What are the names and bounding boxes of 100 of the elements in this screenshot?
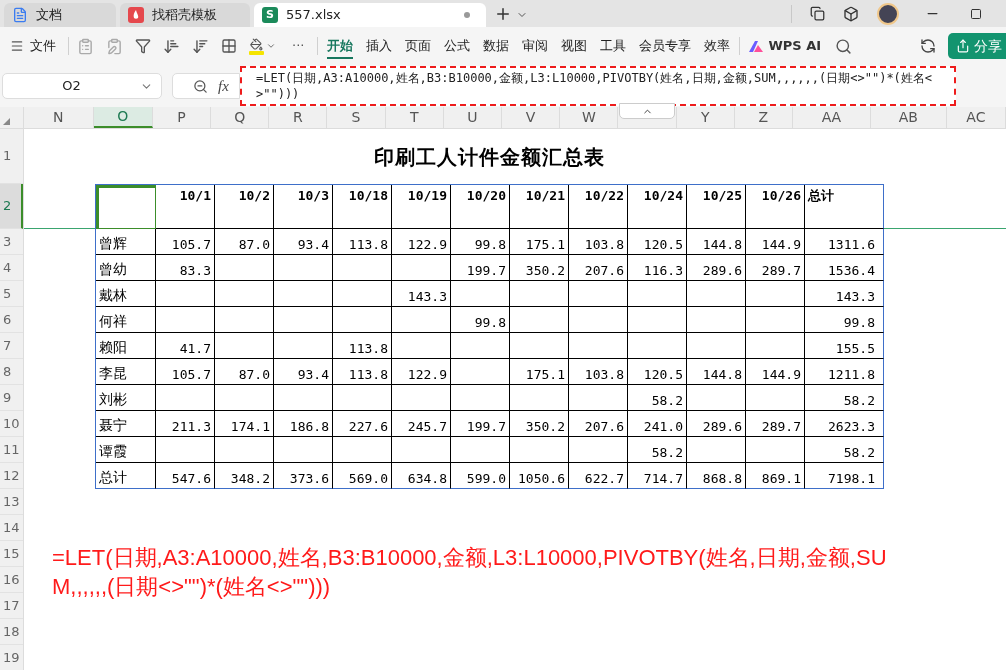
row-header[interactable]: 3 [0,229,23,255]
total-cell: 7198.1 [805,463,884,489]
column-header[interactable]: T [385,107,444,128]
name-cell: 曾幼 [96,255,156,281]
row-header[interactable]: 19 [0,645,23,670]
column-header[interactable]: V [502,107,561,128]
sort-descending-icon[interactable] [192,37,209,55]
column-header[interactable]: AA [792,107,871,128]
fill-color-button[interactable] [249,37,276,55]
wps-ai-button[interactable]: WPS AI [749,36,822,56]
column-header[interactable]: AB [870,107,947,128]
ribbon-tab[interactable]: 审阅 [522,33,549,59]
empty-cell [746,307,805,333]
table-cell: 105.7 [156,359,215,385]
share-button[interactable]: 分享 [948,33,1006,59]
name-cell: 赖阳 [96,333,156,359]
table-cell: 103.8 [569,359,628,385]
table-cell: 289.6 [687,255,746,281]
table-cell: 116.3 [628,255,687,281]
fill-color-bar [249,50,264,55]
ribbon-tab[interactable]: 公式 [444,33,471,59]
maximize-icon[interactable] [970,7,982,20]
empty-cell [274,281,333,307]
column-header[interactable]: U [443,107,503,128]
tab-label: 557.xlsx [286,6,341,25]
column-header[interactable]: Y [676,107,735,128]
document-tab[interactable]: 文档 [4,3,116,27]
column-header[interactable]: Q [211,107,270,128]
row-header[interactable]: 13 [0,489,23,515]
ribbon-tab[interactable]: 页面 [405,33,432,59]
document-tab[interactable]: S 557.xlsx [254,3,486,27]
new-tab-icon[interactable] [494,5,512,23]
sort-ascending-icon[interactable] [163,37,180,55]
table-cell: 622.7 [569,463,628,489]
avatar[interactable] [877,2,899,25]
ribbon-tab[interactable]: 插入 [366,33,393,59]
file-menu[interactable]: 文件 [6,36,60,56]
table-cell: 199.7 [451,411,510,437]
row-header[interactable]: 14 [0,515,23,541]
empty-cell [451,385,510,411]
empty-cell [392,307,451,333]
windows-icon[interactable] [810,6,825,21]
empty-cell [746,281,805,307]
column-heading: 10/2 [215,185,274,229]
row-header[interactable]: 2 [0,184,23,229]
row-header[interactable]: 12 [0,463,23,489]
row-header[interactable]: 5 [0,281,23,307]
document-tab[interactable]: 找稻壳模板 [120,3,250,27]
ribbon-tab[interactable]: 视图 [561,33,588,59]
select-all-corner-icon[interactable] [3,118,10,125]
total-cell: 1536.4 [805,255,884,281]
empty-cell [156,281,215,307]
empty-cell [628,333,687,359]
name-cell: 曾辉 [96,229,156,255]
more-button[interactable]: ··· [288,36,309,56]
empty-cell [451,359,510,385]
total-cell: 99.8 [805,307,884,333]
row-header[interactable]: 10 [0,411,23,437]
row-header[interactable]: 18 [0,619,23,645]
row-header[interactable]: 9 [0,385,23,411]
empty-cell [687,385,746,411]
selected-cell[interactable] [96,185,156,229]
borders-icon[interactable] [221,38,237,54]
column-header[interactable]: S [327,107,386,128]
ribbon-tab[interactable]: 效率 [704,33,731,59]
column-header[interactable]: P [152,107,212,128]
cube-icon[interactable] [843,5,859,22]
row-header[interactable]: 7 [0,333,23,359]
column-header[interactable]: R [269,107,328,128]
empty-cell [569,437,628,463]
search-icon[interactable] [835,37,853,55]
empty-cell [628,281,687,307]
row-header[interactable]: 4 [0,255,23,281]
empty-cell [156,385,215,411]
ribbon-tab[interactable]: 工具 [600,33,627,59]
name-box[interactable]: O2 [2,73,162,99]
function-label[interactable]: fx [218,74,229,98]
table-cell: 714.7 [628,463,687,489]
row-header[interactable]: 16 [0,567,23,593]
column-header[interactable]: N [23,107,94,128]
row-header[interactable]: 17 [0,593,23,619]
table-cell: 99.8 [451,307,510,333]
empty-cell [274,307,333,333]
column-header[interactable]: AC [946,107,1006,128]
formula-field[interactable]: =LET(日期,A3:A10000,姓名,B3:B10000,金额,L3:L10000,PIVOTBY(姓名,日期,金额,SUM,,,,,,(日期<>"")*(姓名<>""))) [240,66,956,106]
ribbon-tab[interactable]: 开始 [327,33,354,59]
ribbon-tab[interactable]: 会员专享 [639,33,692,59]
column-header[interactable]: Z [734,107,793,128]
row-header[interactable]: 8 [0,359,23,385]
row-header[interactable]: 15 [0,541,23,567]
empty-cell [215,255,274,281]
row-header[interactable]: 6 [0,307,23,333]
empty-cell [746,437,805,463]
column-header[interactable]: W [560,107,619,128]
zoom-out-icon[interactable] [193,78,208,94]
row-header[interactable]: 11 [0,437,23,463]
filter-icon[interactable] [135,38,151,54]
cloud-sync-icon[interactable] [920,38,936,54]
ribbon-tab[interactable]: 数据 [483,33,510,59]
column-header[interactable]: O [93,107,153,128]
